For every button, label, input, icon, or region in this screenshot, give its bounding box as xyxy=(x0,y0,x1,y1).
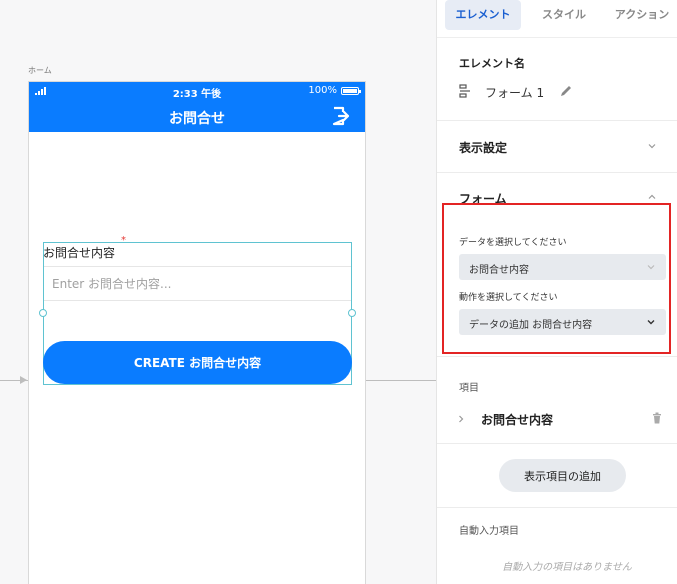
chevron-up-icon[interactable] xyxy=(647,192,657,202)
battery-percent: 100% xyxy=(308,85,337,96)
phone-screen[interactable]: 2:33 午後 100% お問合せ * お問合せ内容 CREATE お問合せ内容 xyxy=(28,81,366,584)
field-divider xyxy=(44,300,351,301)
create-button[interactable]: CREATE お問合せ内容 xyxy=(43,341,352,384)
required-mark: * xyxy=(121,235,126,246)
tab-action[interactable]: アクション xyxy=(609,0,675,30)
trash-icon[interactable] xyxy=(652,412,662,424)
element-name-value: フォーム 1 xyxy=(485,86,545,100)
battery-icon xyxy=(341,87,361,95)
chevron-right-icon[interactable] xyxy=(457,414,465,424)
item-label: お問合せ内容 xyxy=(481,413,554,427)
flow-connector-right xyxy=(366,380,436,381)
add-display-item-button[interactable]: 表示項目の追加 xyxy=(499,459,626,492)
canvas: ホーム 2:33 午後 100% お問合せ * お問合せ内容 Enter お問合… xyxy=(0,0,436,584)
panel-tabs: エレメント スタイル アクション xyxy=(437,0,677,38)
resize-handle-left[interactable] xyxy=(39,309,47,317)
display-settings-title[interactable]: 表示設定 xyxy=(459,139,507,156)
chevron-down-icon[interactable] xyxy=(647,141,657,151)
divider xyxy=(437,356,677,357)
form-icon xyxy=(459,84,470,98)
inquiry-input[interactable] xyxy=(44,267,351,300)
app-header: お問合せ xyxy=(29,100,365,132)
flow-arrow-icon xyxy=(20,376,27,384)
list-item[interactable]: お問合せ内容 xyxy=(457,410,662,428)
divider xyxy=(437,443,677,444)
header-title: お問合せ xyxy=(169,111,225,127)
resize-handle-right[interactable] xyxy=(348,309,356,317)
logout-icon[interactable] xyxy=(331,106,351,126)
tab-element[interactable]: エレメント xyxy=(445,0,521,30)
element-name-heading: エレメント名 xyxy=(459,57,525,70)
divider xyxy=(437,172,677,173)
auto-input-empty-text: 自動入力の項目はありません xyxy=(502,562,632,573)
pencil-icon[interactable] xyxy=(559,84,573,98)
highlight-box xyxy=(442,203,671,354)
status-bar: 2:33 午後 100% xyxy=(29,82,365,100)
divider xyxy=(437,507,677,508)
items-label: 項目 xyxy=(459,383,479,394)
field-label: お問合せ内容 xyxy=(43,246,116,260)
screen-label: ホーム xyxy=(28,66,52,75)
tab-style[interactable]: スタイル xyxy=(531,0,597,30)
divider xyxy=(437,120,677,121)
auto-input-label: 自動入力項目 xyxy=(459,526,519,537)
